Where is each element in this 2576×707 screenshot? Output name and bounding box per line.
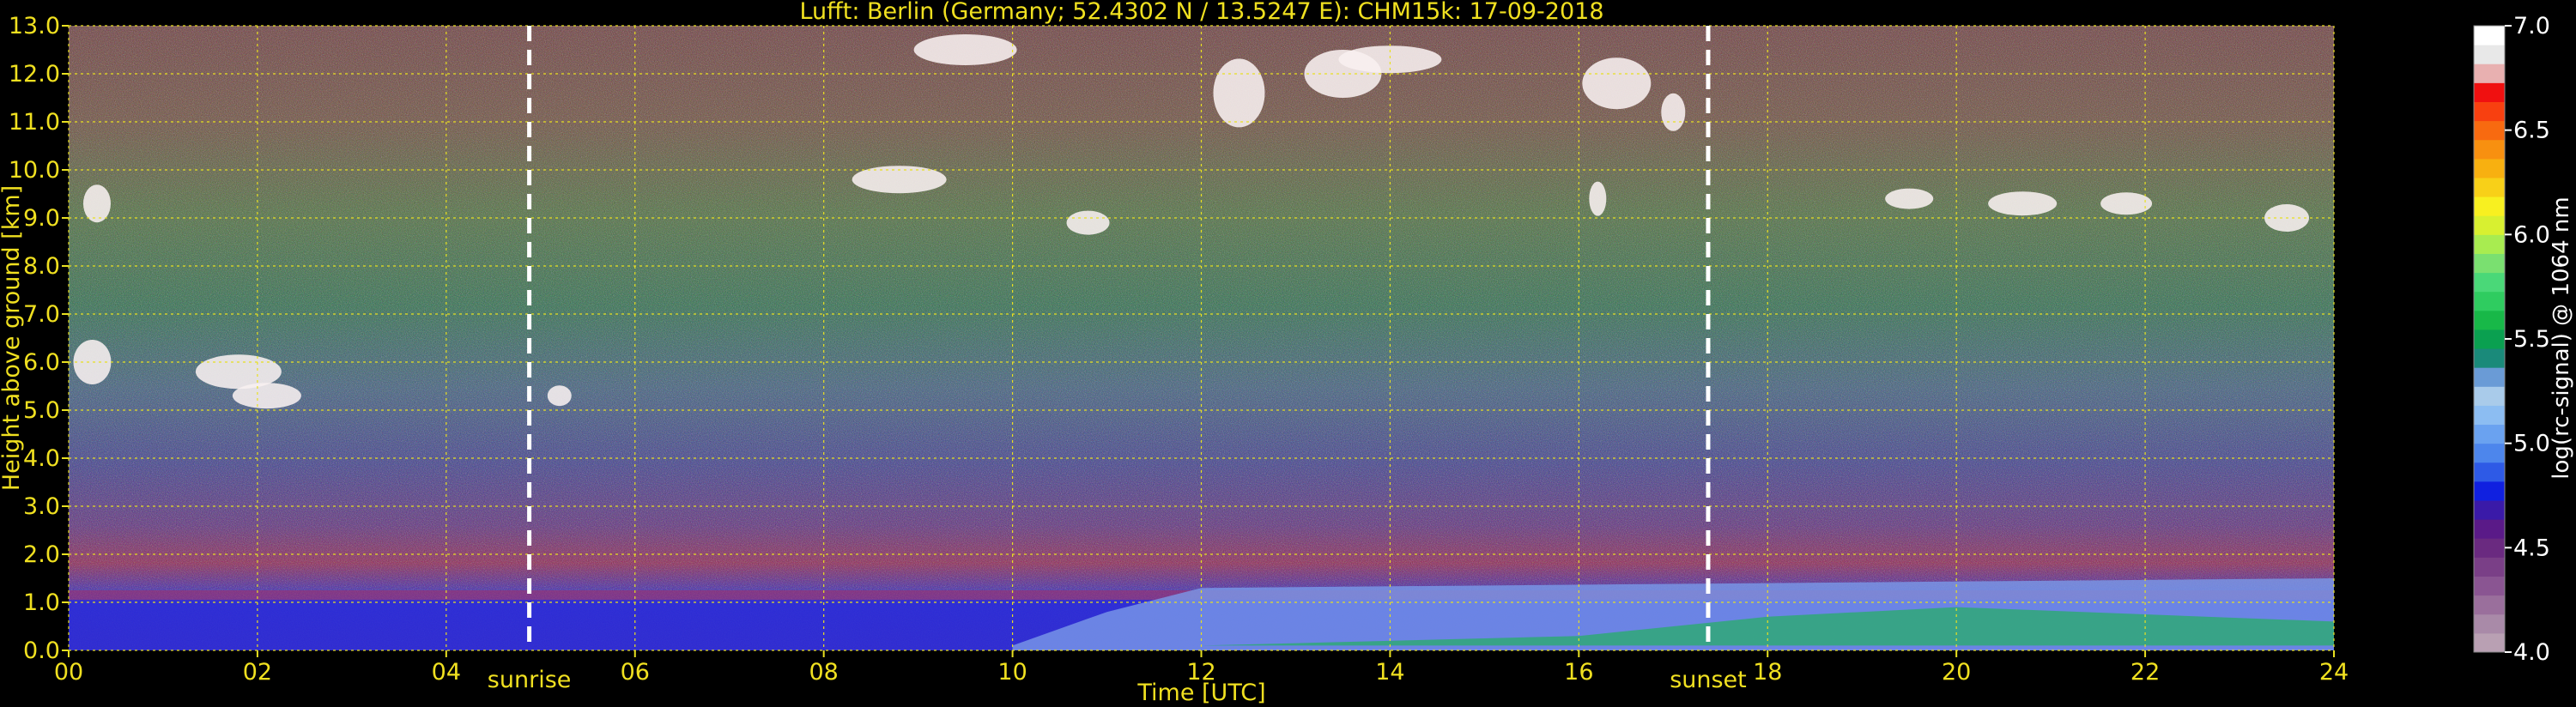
colorbar-swatch [2474, 234, 2505, 254]
colorbar-swatch [2474, 120, 2505, 141]
colorbar-swatch [2474, 386, 2505, 406]
colorbar-swatch [2474, 272, 2505, 293]
x-tick-label: 10 [997, 659, 1027, 686]
y-tick-label: 8.0 [23, 253, 60, 280]
colorbar-swatch [2474, 348, 2505, 368]
colorbar-swatch [2474, 253, 2505, 274]
cloud-blob [1066, 210, 1110, 235]
y-tick-label: 12.0 [9, 61, 60, 88]
ceilometer-chart: 00 02 04 06 08 10 12 14 16 18 20 22 24 0.01.02.03.04… [0, 0, 2574, 706]
cloud-blob [913, 34, 1017, 65]
y-tick-label: 11.0 [9, 109, 60, 136]
colorbar-swatch [2474, 595, 2505, 615]
cloud-blob [1213, 58, 1265, 128]
x-axis-label: Time [UTC] [1136, 680, 1265, 706]
colorbar-swatch [2474, 405, 2505, 426]
x-tick-label: 08 [809, 659, 838, 686]
y-tick-label: 13.0 [9, 13, 60, 39]
event-label: sunset [1670, 667, 1747, 693]
y-tick-label: 9.0 [23, 205, 60, 232]
cloud-blob [2100, 192, 2153, 215]
colorbar-swatch [2474, 310, 2505, 330]
colorbar-swatch [2474, 329, 2505, 349]
y-tick-label: 7.0 [23, 301, 60, 328]
event-labels: sunrise sunset [488, 667, 1747, 693]
colorbar-swatch [2474, 196, 2505, 216]
cloud-blob [547, 385, 572, 407]
x-tick-label: 22 [2131, 659, 2160, 686]
x-tick-label: 18 [1753, 659, 1782, 686]
x-tick-label: 04 [432, 659, 461, 686]
y-tick-label: 3.0 [23, 493, 60, 520]
colorbar-swatch [2474, 500, 2505, 520]
y-tick-label: 1.0 [23, 589, 60, 616]
cloud-blob [1661, 93, 1686, 131]
colorbar-swatch [2474, 424, 2505, 444]
colorbar-tick-label: 4.0 [2513, 639, 2550, 666]
colorbar-swatch [2474, 538, 2505, 558]
x-tick-label: 14 [1375, 659, 1404, 686]
plot-area [68, 25, 2335, 651]
x-tick-label: 20 [1942, 659, 1971, 686]
colorbar-label: log(rc-signal) @ 1064 nm [2549, 196, 2574, 479]
event-label: sunrise [488, 667, 572, 693]
y-tick-label: 2.0 [23, 541, 60, 568]
colorbar-swatch [2474, 576, 2505, 596]
colorbar-tick-label: 5.0 [2513, 431, 2550, 457]
y-tick-label: 4.0 [23, 445, 60, 472]
colorbar-tick-label: 5.5 [2513, 326, 2550, 353]
colorbar-swatch [2474, 215, 2505, 235]
colorbar-swatch [2474, 45, 2505, 64]
colorbar-swatch [2474, 367, 2505, 387]
colorbar: 4.0 4.5 5.0 5.5 6.0 6.5 7.0 log(rc-signal) @ 1… [2473, 13, 2574, 666]
colorbar-swatch [2474, 557, 2505, 577]
colorbar-tick-label: 6.0 [2513, 221, 2550, 248]
colorbar-swatch [2474, 519, 2505, 539]
x-tick-label: 02 [243, 659, 272, 686]
y-tick-label: 0.0 [23, 638, 60, 664]
colorbar-swatch [2474, 443, 2505, 463]
colorbar-swatch [2474, 462, 2505, 482]
colorbar-swatch [2474, 82, 2505, 102]
colorbar-swatch [2474, 26, 2505, 45]
colorbar-swatch [2474, 480, 2505, 501]
colorbar-swatch [2474, 101, 2505, 122]
cloud-blob [1589, 181, 1607, 216]
colorbar-swatch [2474, 291, 2505, 311]
cloud-blob [1582, 57, 1652, 110]
cloud-blob [1885, 188, 1934, 209]
y-tick-label: 10.0 [9, 157, 60, 184]
colorbar-swatch [2474, 632, 2505, 653]
x-tick-label: 06 [621, 659, 650, 686]
colorbar-swatch [2474, 177, 2505, 197]
colorbar-swatch [2474, 158, 2505, 178]
x-tick-label: 16 [1564, 659, 1593, 686]
chart-title: Lufft: Berlin (Germany; 52.4302 N / 13.5… [799, 0, 1603, 25]
y-tick-label: 6.0 [23, 349, 60, 376]
colorbar-tick-label: 6.5 [2513, 118, 2550, 144]
y-axis-label: Height above ground [km] [0, 185, 25, 491]
colorbar-swatch [2474, 63, 2505, 83]
colorbar-swatches [2473, 25, 2506, 653]
colorbar-tick-label: 7.0 [2513, 13, 2550, 39]
colorbar-swatch [2474, 613, 2505, 634]
cloud-blob [82, 184, 111, 223]
colorbar-ticks: 4.0 4.5 5.0 5.5 6.0 6.5 7.0 [2505, 13, 2550, 666]
y-tick-label: 5.0 [23, 397, 60, 424]
colorbar-tick-label: 4.5 [2513, 535, 2550, 561]
x-tick-label: 24 [2319, 659, 2349, 686]
cloud-blob [1988, 191, 2058, 216]
colorbar-swatch [2474, 139, 2505, 160]
cloud-blob [232, 383, 301, 409]
